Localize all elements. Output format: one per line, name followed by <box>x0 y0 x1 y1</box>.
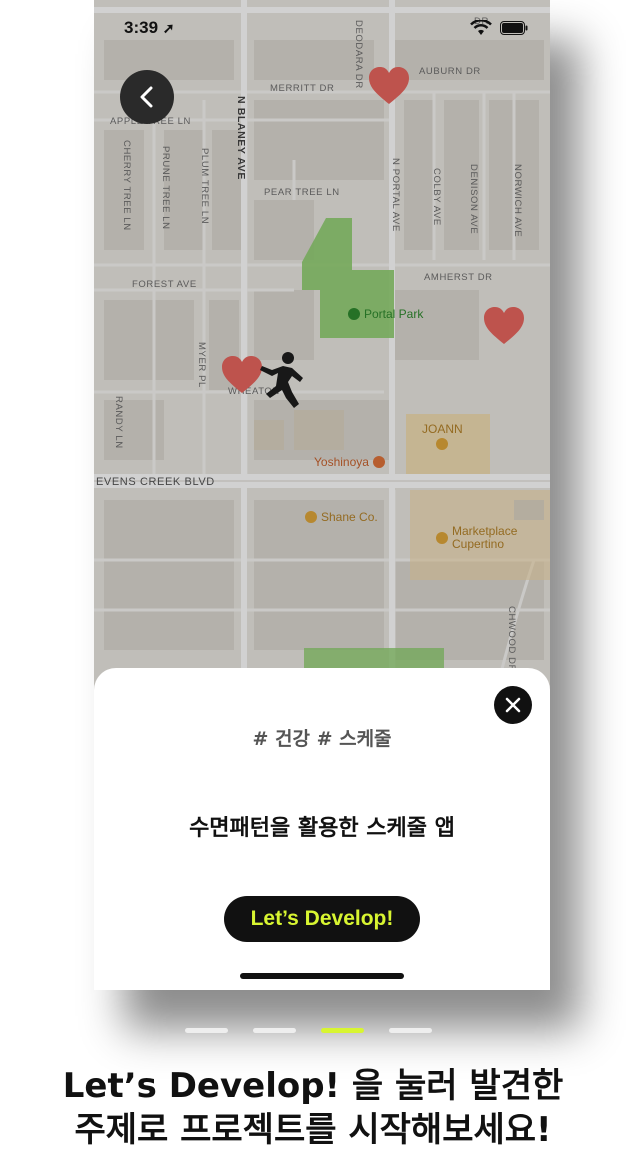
page-indicator <box>185 1028 432 1033</box>
street-label: PRUNE TREE LN <box>160 146 171 230</box>
poi-shane[interactable]: Shane Co. <box>305 510 378 524</box>
street-label: RANDY LN <box>113 396 124 449</box>
poi-label: Marketplace Cupertino <box>452 525 517 551</box>
home-indicator <box>240 973 404 979</box>
bottom-sheet: # 건강 # 스케줄 수면패턴을 활용한 스케줄 앱 Let’s Develop… <box>94 668 550 990</box>
poi-portal-park[interactable]: Portal Park <box>348 307 423 321</box>
street-label: FOREST AVE <box>132 279 197 290</box>
street-label: CHWOOD DR <box>506 606 517 673</box>
page-dot[interactable] <box>253 1028 296 1033</box>
heart-marker-icon[interactable] <box>483 306 525 346</box>
street-label: COLBY AVE <box>431 168 442 226</box>
status-time: 3:39 ➚ <box>124 18 175 38</box>
restaurant-icon <box>372 456 385 468</box>
runner-location-icon <box>260 352 303 408</box>
topic-title: 수면패턴을 활용한 스케줄 앱 <box>189 816 455 841</box>
poi-label: JOANN <box>422 422 463 436</box>
street-label: AUBURN DR <box>419 66 481 77</box>
street-label: DEODARA DR <box>353 20 364 89</box>
poi-joann[interactable]: JOANN <box>422 422 463 450</box>
page-dot-active[interactable] <box>321 1028 364 1033</box>
store-icon <box>436 438 449 450</box>
poi-label: Portal Park <box>364 307 424 321</box>
street-label: PEAR TREE LN <box>264 187 340 198</box>
phone-frame: MERRITT DR AUBURN DR APPLE TREE LN DEODA… <box>94 0 550 990</box>
close-icon <box>505 697 521 713</box>
wifi-icon <box>470 20 492 35</box>
page-dot[interactable] <box>389 1028 432 1033</box>
street-label: MERRITT DR <box>270 83 335 94</box>
chevron-left-icon <box>140 86 153 108</box>
street-label: MYER PL <box>196 342 207 388</box>
caption-line-1: Let’s Develop! 을 눌러 발견한 <box>62 1066 564 1106</box>
street-label: CHERRY TREE LN <box>121 140 132 231</box>
screen: MERRITT DR AUBURN DR APPLE TREE LN DEODA… <box>0 0 626 1164</box>
poi-label: Yoshinoya <box>314 455 369 469</box>
poi-marketplace[interactable]: Marketplace Cupertino <box>436 525 517 551</box>
street-label: PLUM TREE LN <box>199 148 210 225</box>
page-dot[interactable] <box>185 1028 228 1033</box>
back-button[interactable] <box>120 70 174 124</box>
street-label: N BLANEY AVE <box>235 96 247 181</box>
store-icon <box>305 511 317 523</box>
caption-line-2: 주제로 프로젝트를 시작해보세요! <box>74 1110 552 1150</box>
street-label: NORWICH AVE <box>512 164 523 238</box>
street-label: N PORTAL AVE <box>390 158 401 232</box>
close-button[interactable] <box>494 686 532 724</box>
lets-develop-button[interactable]: Let’s Develop! <box>224 896 420 942</box>
location-arrow-icon: ➚ <box>162 20 175 36</box>
street-label: EVENS CREEK BLVD <box>96 476 215 488</box>
poi-yoshinoya[interactable]: Yoshinoya <box>314 455 385 469</box>
poi-label-line: Cupertino <box>452 537 505 551</box>
street-label: AMHERST DR <box>424 272 493 283</box>
heart-marker-icon[interactable] <box>368 66 410 106</box>
poi-label: Shane Co. <box>321 510 378 524</box>
battery-icon <box>500 21 528 35</box>
store-icon <box>436 532 448 544</box>
status-icons <box>470 20 528 36</box>
topic-tags: # 건강 # 스케줄 <box>252 728 392 750</box>
park-icon <box>348 308 360 320</box>
status-time-text: 3:39 <box>124 18 159 37</box>
street-label: DENISON AVE <box>468 164 479 235</box>
